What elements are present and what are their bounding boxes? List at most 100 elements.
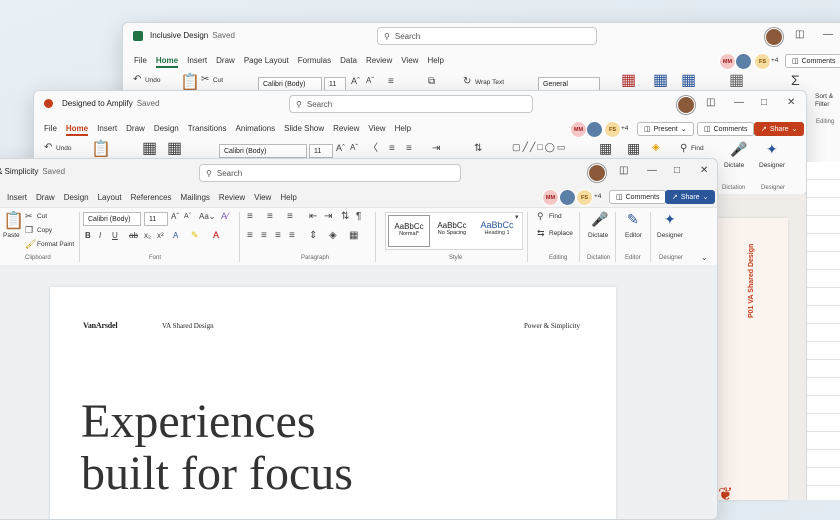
excel-search-input[interactable]: ⚲ Search (377, 27, 597, 45)
font-shrink-icon[interactable]: Aˇ (350, 144, 358, 152)
format-table-icon[interactable]: ▦ (653, 73, 668, 89)
collaborator-avatar[interactable] (735, 53, 752, 70)
ppt-slide-thumbnail[interactable]: P01 VA Shared Design ❦ (718, 218, 788, 504)
align-left-icon[interactable]: ≡ (247, 231, 253, 241)
line-spacing-icon[interactable]: ⇕ (309, 231, 317, 241)
excel-tab[interactable]: File (134, 56, 147, 68)
word-close-icon[interactable]: ✕ (700, 165, 708, 176)
superscript-icon[interactable]: x² (157, 232, 164, 240)
font-grow-icon[interactable]: Aˆ (351, 77, 360, 86)
reuse-slides-icon[interactable]: ▦ (167, 141, 182, 157)
ppt-tab[interactable]: Review (333, 124, 359, 136)
format-painter-icon[interactable]: 🖌 (25, 240, 36, 249)
word-document-page[interactable]: VanArsdel VA Shared Design Power & Simpl… (50, 287, 616, 519)
ppt-font-select[interactable]: Calibri (Body) (219, 144, 307, 158)
align-center-icon[interactable]: ≡ (261, 231, 267, 241)
quick-styles-icon[interactable]: ▦ (627, 141, 640, 155)
excel-tab[interactable]: Page Layout (244, 56, 289, 68)
ppt-comments-button[interactable]: ◫ Comments (697, 122, 755, 136)
text-effects-icon[interactable]: A (173, 232, 178, 240)
font-shrink-icon[interactable]: Aˇ (366, 77, 374, 85)
copy-icon[interactable]: ❐ (25, 226, 33, 235)
underline-icon[interactable]: U (112, 232, 118, 240)
align-right-icon[interactable]: ≡ (275, 231, 281, 241)
word-tab[interactable]: Layout (98, 193, 122, 202)
undo-icon[interactable]: ↶ (44, 143, 52, 153)
excel-user-avatar[interactable] (765, 28, 783, 46)
word-tab[interactable]: Help (280, 193, 296, 202)
collaborator-fs-avatar[interactable]: FS (754, 53, 771, 70)
multilevel-list-icon[interactable]: ≡ (287, 212, 293, 222)
font-color-icon[interactable]: A (213, 231, 219, 240)
word-notification-icon[interactable]: ◫ (619, 165, 628, 176)
word-comments-button[interactable]: ◫ Comments (609, 190, 667, 204)
shape-fill-icon[interactable]: ◈ (652, 143, 660, 153)
ppt-tab[interactable]: Animations (236, 124, 276, 136)
conditional-format-icon[interactable]: ▦ (621, 73, 636, 89)
highlight-icon[interactable]: ✎ (191, 231, 199, 240)
ppt-tab[interactable]: Help (395, 124, 411, 136)
word-fontsize-select[interactable]: 11 (144, 212, 168, 226)
increase-indent-icon[interactable]: ⇥ (324, 212, 332, 222)
ppt-tab[interactable]: Insert (97, 124, 117, 136)
style-normal[interactable]: AaBbCc Normal* (388, 215, 430, 247)
microphone-icon[interactable]: 🎤 (730, 142, 747, 156)
excel-tab[interactable]: Review (366, 56, 392, 68)
text-direction-icon[interactable]: ⇅ (474, 144, 482, 154)
paste-icon[interactable]: 📋 (91, 142, 111, 158)
style-no-spacing[interactable]: AaBbCc No Spacing (431, 215, 473, 245)
arrange-icon[interactable]: ▦ (599, 141, 612, 155)
word-tab[interactable]: Mailings (181, 193, 210, 202)
italic-icon[interactable]: I (99, 232, 101, 240)
sort-icon[interactable]: ⇅ (341, 212, 349, 222)
ppt-search-input[interactable]: ⚲ Search (289, 95, 533, 113)
orientation-icon[interactable]: ⧉ (428, 77, 435, 87)
excel-fontsize-select[interactable]: 11 (324, 77, 346, 91)
collaborator-avatar[interactable] (559, 189, 576, 206)
shapes-gallery-icon[interactable]: ▢╱╱□◯▭ (512, 143, 567, 152)
font-grow-icon[interactable]: Aˆ (336, 144, 345, 153)
new-slide-icon[interactable]: ▦ (142, 141, 157, 157)
find-icon[interactable]: ⚲ (537, 212, 544, 221)
ppt-tab[interactable]: Design (154, 124, 179, 136)
ppt-notification-icon[interactable]: ◫ (706, 97, 715, 108)
style-heading-1[interactable]: AaBbCc Heading 1 (475, 215, 519, 245)
excel-tab[interactable]: Draw (216, 56, 235, 68)
borders-icon[interactable]: ▦ (349, 231, 358, 241)
subscript-icon[interactable]: x₂ (144, 232, 151, 240)
ppt-tab[interactable]: Draw (126, 124, 145, 136)
paste-icon[interactable]: 📋 (3, 212, 24, 229)
strikethrough-icon[interactable]: ab (129, 232, 138, 240)
align-icon[interactable]: ≡ (388, 77, 394, 87)
word-user-avatar[interactable] (588, 164, 606, 182)
excel-number-format-select[interactable]: General (538, 77, 600, 91)
word-search-input[interactable]: ⚲ Search (199, 164, 461, 182)
cut-icon[interactable]: ✂ (25, 212, 33, 221)
bullets-icon[interactable]: ≡ (247, 212, 253, 222)
designer-icon[interactable]: ✦ (664, 212, 676, 226)
find-icon[interactable]: ⚲ (680, 144, 687, 154)
excel-tab[interactable]: Formulas (298, 56, 331, 68)
word-font-select[interactable]: Calibri (Body) (83, 212, 141, 226)
ppt-fontsize-select[interactable]: 11 (309, 144, 333, 158)
ribbon-collapse-icon[interactable]: ⌄ (701, 254, 708, 262)
ppt-share-button[interactable]: ↗ Share ⌄ (754, 122, 805, 136)
sum-icon[interactable]: Σ (791, 73, 800, 87)
ppt-user-avatar[interactable] (677, 96, 695, 114)
word-minimize-icon[interactable]: — (647, 165, 657, 176)
styles-more-icon[interactable]: ▾ (515, 214, 519, 221)
cut-icon[interactable]: ✂ (201, 75, 209, 85)
bullets-icon[interactable]: ≡ (389, 144, 395, 154)
shading-icon[interactable]: ◈ (329, 231, 337, 241)
editor-icon[interactable]: ✎ (627, 212, 639, 226)
collaborator-avatar[interactable] (586, 121, 603, 138)
numbering-icon[interactable]: ≡ (267, 212, 273, 222)
pilcrow-icon[interactable]: ¶ (356, 212, 361, 222)
excel-notification-icon[interactable]: ◫ (795, 29, 804, 40)
excel-font-select[interactable]: Calibri (Body) (258, 77, 322, 91)
ppt-close-icon[interactable]: ✕ (787, 97, 795, 108)
word-tab[interactable]: Design (64, 193, 89, 202)
paste-icon[interactable]: 📋 (180, 75, 200, 91)
word-share-button[interactable]: ↗ Share ⌄ (665, 190, 716, 204)
clear-format-icon[interactable]: A⁄ (221, 212, 229, 221)
